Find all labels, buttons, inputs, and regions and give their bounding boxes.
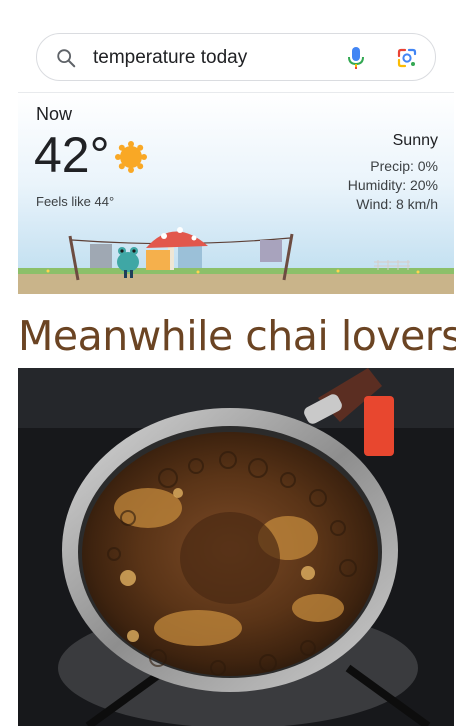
divider [18, 92, 454, 93]
mic-icon[interactable] [345, 46, 367, 70]
post-headline: Meanwhile chai lovers: [18, 312, 456, 360]
temperature: 42° [34, 127, 110, 183]
wind: Wind: 8 km/h [356, 196, 438, 212]
search-bar[interactable]: temperature today [36, 33, 436, 81]
page: temperature today Now 42° Feels like 44°… [0, 0, 456, 726]
condition: Sunny [392, 132, 438, 149]
chai-boiling-photo [18, 368, 454, 726]
humidity: Humidity: 20% [347, 177, 438, 193]
lens-icon[interactable] [395, 46, 419, 70]
sun-icon [115, 141, 147, 173]
weather-doodle-illustration [18, 227, 454, 294]
precipitation: Precip: 0% [370, 158, 438, 174]
search-query[interactable]: temperature today [93, 47, 247, 69]
now-label: Now [36, 104, 73, 124]
weather-card[interactable]: Now 42° Feels like 44° Sunny Precip: 0% … [18, 94, 454, 294]
feels-like: Feels like 44° [36, 194, 115, 209]
search-icon[interactable] [55, 47, 77, 69]
